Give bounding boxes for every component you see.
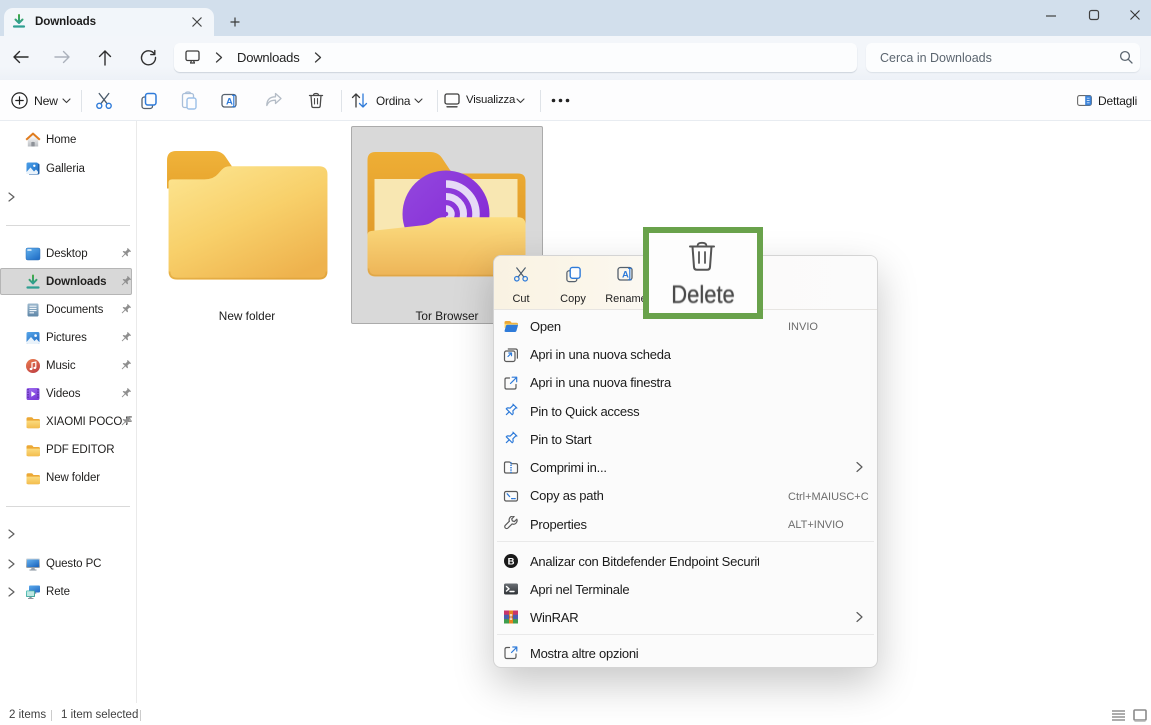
svg-text:A: A (226, 97, 233, 108)
svg-text:B: B (508, 556, 515, 567)
svg-text:A: A (622, 270, 629, 281)
